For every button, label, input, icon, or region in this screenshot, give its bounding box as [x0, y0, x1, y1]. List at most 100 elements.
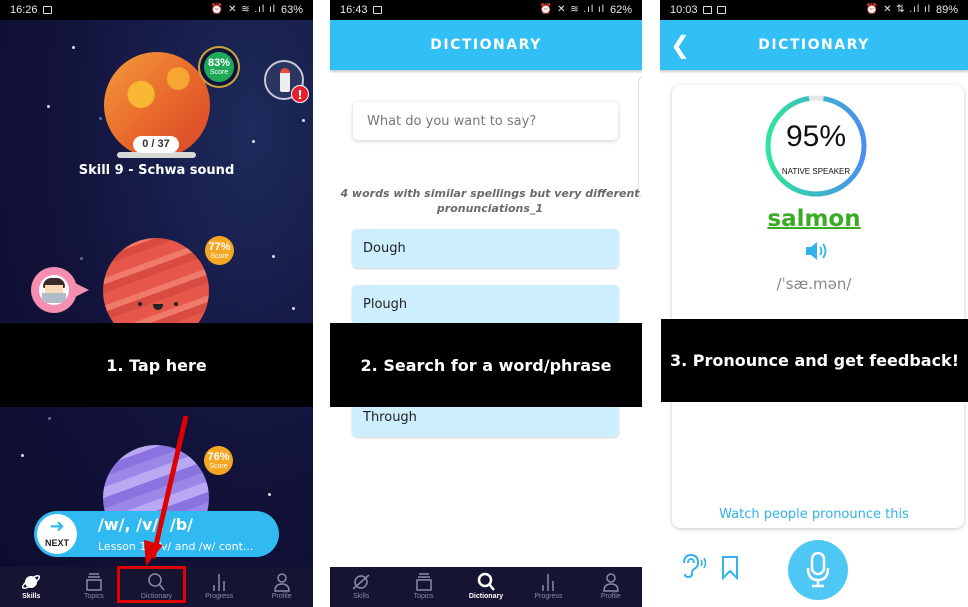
nav-label: Dictionary — [468, 593, 504, 600]
planet-icon — [22, 575, 41, 589]
nav-label: Topics — [413, 593, 434, 600]
word-result-screen: 10:03 ⏰ ✕ ⇅ .ıl ıl 89% ❮ DICTIONARY 95% N… — [660, 0, 968, 607]
score-badge-skill-10: 77% Score — [205, 236, 234, 265]
nav-label: Skills — [22, 593, 41, 600]
star — [47, 105, 50, 108]
skill-progress-count: 0 / 37 — [133, 136, 179, 153]
search-icon — [477, 572, 495, 591]
next-lesson-title: /w/, /v/, /b/ — [98, 515, 194, 534]
skill-title[interactable]: Skill 9 - Schwa sound — [0, 163, 313, 178]
score-badge-skill-11: 76% Score — [204, 446, 233, 475]
nav-progress[interactable]: Progress — [517, 567, 579, 607]
search-input[interactable] — [353, 102, 618, 140]
star — [268, 493, 271, 496]
score-badge-skill-9: 83% Score — [204, 52, 234, 82]
battery-level: 89% — [935, 4, 958, 16]
nav-progress[interactable]: Progress — [188, 567, 251, 607]
astronaut-avatar — [31, 267, 89, 313]
system-status-icons: ⏰ ✕ ≋ .ıl ıl — [539, 4, 605, 15]
gallery-notification-icon — [42, 6, 52, 14]
page-title: DICTIONARY — [430, 37, 542, 53]
next-button[interactable]: ➜ NEXT — [37, 514, 77, 554]
status-bar: 10:03 ⏰ ✕ ⇅ .ıl ıl 89% — [660, 0, 968, 20]
score-level-label: NATIVE SPEAKER — [781, 167, 851, 176]
next-lesson-subtitle: Lesson 1 - /v/ and /w/ cont... — [98, 540, 254, 553]
bar-chart-icon — [542, 574, 555, 591]
score-percent: 83% — [207, 57, 231, 69]
gallery-notification-icon — [372, 6, 382, 14]
score-label: Score — [209, 463, 228, 470]
side-panel-edge[interactable] — [638, 76, 642, 198]
bottom-nav: Skills Topics Dictionary Progress Profil… — [330, 567, 642, 607]
microphone-icon — [806, 552, 830, 588]
nav-profile[interactable]: Profile — [250, 567, 313, 607]
back-chevron-icon[interactable]: ❮ — [670, 20, 690, 70]
bookmark-icon[interactable] — [721, 556, 739, 580]
battery-level: 62% — [609, 4, 632, 16]
star — [302, 119, 305, 122]
system-status-icons: ⏰ ✕ ⇅ .ıl ıl — [865, 4, 931, 15]
ear-listen-icon[interactable] — [680, 553, 712, 579]
dictionary-highlight-box — [117, 566, 186, 603]
nav-dictionary[interactable]: Dictionary — [455, 567, 517, 607]
nav-topics[interactable]: Topics — [63, 567, 126, 607]
star — [252, 140, 255, 143]
star — [72, 46, 75, 49]
arrow-right-icon: ➜ — [49, 516, 65, 537]
score-label: Score — [209, 69, 229, 76]
nav-topics[interactable]: Topics — [392, 567, 454, 607]
planet-face-icon — [138, 300, 178, 314]
instruction-step-2: 2. Search for a word/phrase — [330, 323, 642, 407]
word-list-item[interactable]: Dough — [352, 229, 619, 268]
watch-people-link[interactable]: Watch people pronounce this — [660, 507, 968, 522]
alert-badge: ! — [291, 85, 309, 103]
nav-label: Profile — [600, 593, 621, 600]
next-label: NEXT — [44, 538, 69, 548]
system-status-icons: ⏰ ✕ ≋ .ıl ıl — [210, 4, 276, 15]
person-icon — [273, 573, 290, 592]
nav-skills[interactable]: Skills — [330, 567, 392, 607]
next-lesson-card[interactable]: ➜ NEXT /w/, /v/, /b/ Lesson 1 - /v/ and … — [34, 511, 279, 557]
instruction-step-1: 1. Tap here — [0, 323, 313, 407]
nav-label: Topics — [83, 593, 104, 600]
nav-label: Profile — [271, 593, 292, 600]
nav-profile[interactable]: Profile — [580, 567, 642, 607]
nav-label: Progress — [534, 593, 563, 600]
nav-label: Skills — [353, 593, 370, 600]
status-bar: 16:43 ⏰ ✕ ≋ .ıl ıl 62% — [330, 0, 642, 20]
star — [99, 117, 102, 120]
score-percent: 95% — [785, 120, 847, 153]
score-percent: 76% — [207, 451, 230, 463]
star — [21, 454, 24, 457]
app-header: ❮ DICTIONARY — [660, 20, 968, 70]
app-header: DICTIONARY — [330, 20, 642, 70]
score-label: Score — [210, 253, 229, 260]
ipa-transcription: /ˈsæ.mən/ — [776, 275, 852, 293]
instruction-step-3: 3. Pronounce and get feedback! — [661, 319, 968, 402]
page-title: DICTIONARY — [758, 37, 870, 53]
skills-screen: 16:26 ⏰ ✕ ≋ .ıl ıl 63% 83% Score 0 / 37 S… — [0, 0, 313, 607]
gallery-notification-icon — [702, 6, 712, 14]
layers-icon — [415, 573, 432, 591]
status-time: 16:43 — [340, 4, 368, 16]
star — [272, 255, 275, 258]
status-time: 16:26 — [10, 4, 38, 16]
battery-level: 63% — [280, 4, 303, 16]
record-mic-button[interactable] — [788, 540, 848, 600]
star — [292, 307, 295, 310]
layers-icon — [86, 573, 102, 591]
bar-chart-icon — [213, 574, 225, 591]
status-time: 10:03 — [670, 4, 698, 16]
star — [80, 257, 83, 260]
score-percent: 77% — [208, 241, 231, 253]
app-notification-icon — [716, 6, 726, 14]
planet-icon — [352, 574, 370, 590]
person-icon — [602, 573, 619, 592]
nav-skills[interactable]: Skills — [0, 567, 63, 607]
speaker-icon[interactable] — [805, 240, 831, 262]
word-title[interactable]: salmon — [660, 206, 968, 232]
word-list-caption: 4 words with similar spellings but very … — [340, 187, 640, 215]
star — [48, 417, 51, 420]
word-list-item[interactable]: Plough — [352, 285, 619, 324]
dictionary-search-screen: 16:43 ⏰ ✕ ≋ .ıl ıl 62% DICTIONARY 4 words… — [330, 0, 642, 607]
